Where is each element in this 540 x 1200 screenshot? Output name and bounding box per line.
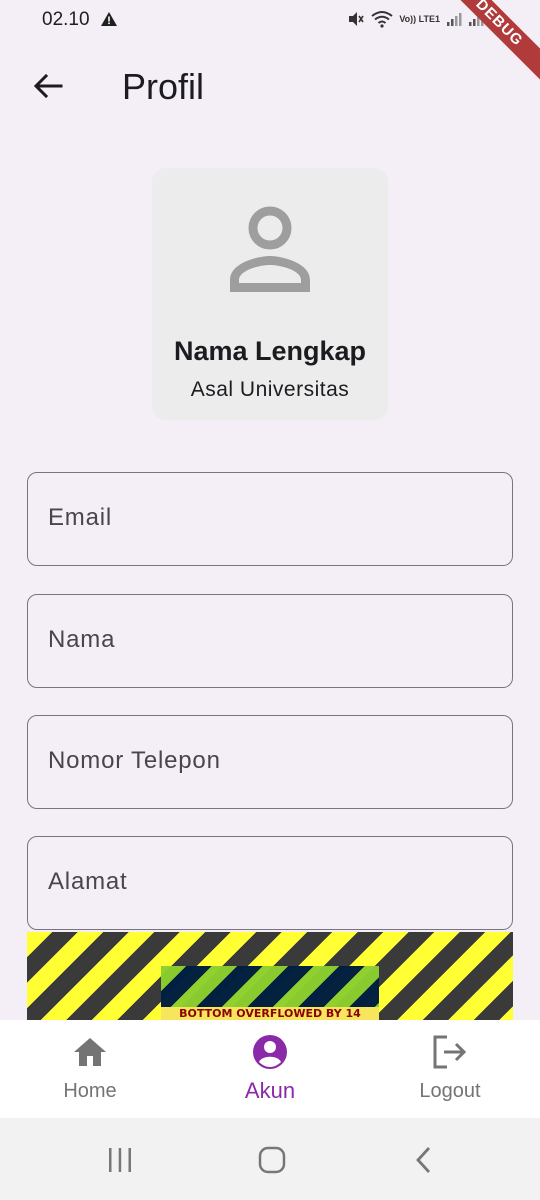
- address-label: Alamat: [48, 868, 128, 895]
- system-navigation-bar: [0, 1118, 540, 1200]
- profile-university: Asal Universitas: [190, 378, 350, 401]
- logout-icon: [432, 1034, 468, 1070]
- status-time: 02.10: [42, 9, 90, 30]
- recent-apps-icon: [109, 1148, 131, 1172]
- bottom-navigation: Home Akun Logout: [0, 1020, 540, 1118]
- profile-card: Nama Lengkap Asal Universitas: [152, 168, 388, 420]
- address-field[interactable]: Alamat: [27, 836, 513, 930]
- profile-name: Nama Lengkap: [173, 336, 367, 366]
- volte-label: Vo)) LTE1: [399, 13, 440, 24]
- page-title: Profil: [122, 66, 205, 107]
- nav-item-logout[interactable]: Logout: [360, 1020, 540, 1118]
- recent-apps-button[interactable]: [100, 1140, 140, 1180]
- nav-item-akun[interactable]: Akun: [180, 1020, 360, 1118]
- back-button[interactable]: [24, 62, 72, 110]
- home-circle-icon: [258, 1146, 286, 1174]
- home-icon: [72, 1034, 108, 1070]
- person-icon: [220, 198, 320, 303]
- email-field[interactable]: Email: [27, 472, 513, 566]
- name-field[interactable]: Nama: [27, 594, 513, 688]
- back-system-button[interactable]: [404, 1140, 444, 1180]
- wifi-icon: [371, 10, 393, 28]
- app-bar: Profil: [0, 40, 540, 132]
- status-bar: 02.10 Vo)) LTE1: [0, 0, 540, 40]
- mute-icon: [347, 10, 365, 28]
- home-system-button[interactable]: [252, 1140, 292, 1180]
- phone-label: Nomor Telepon: [48, 747, 221, 774]
- nav-label-home: Home: [63, 1080, 117, 1102]
- nav-label-akun: Akun: [244, 1078, 296, 1103]
- signal-icon: [446, 11, 462, 27]
- arrow-back-icon: [33, 73, 63, 99]
- account-circle-icon: [252, 1034, 288, 1070]
- email-label: Email: [48, 504, 113, 531]
- nav-label-logout: Logout: [419, 1080, 481, 1102]
- name-label: Nama: [48, 626, 116, 653]
- chevron-left-icon: [416, 1147, 431, 1173]
- phone-field[interactable]: Nomor Telepon: [27, 715, 513, 809]
- overflow-indicator: BOTTOM OVERFLOWED BY 14 PIXELS: [27, 932, 513, 1022]
- warning-icon: [100, 11, 118, 32]
- overflow-warning-text: BOTTOM OVERFLOWED BY 14 PIXELS: [161, 1007, 379, 1022]
- nav-item-home[interactable]: Home: [0, 1020, 180, 1118]
